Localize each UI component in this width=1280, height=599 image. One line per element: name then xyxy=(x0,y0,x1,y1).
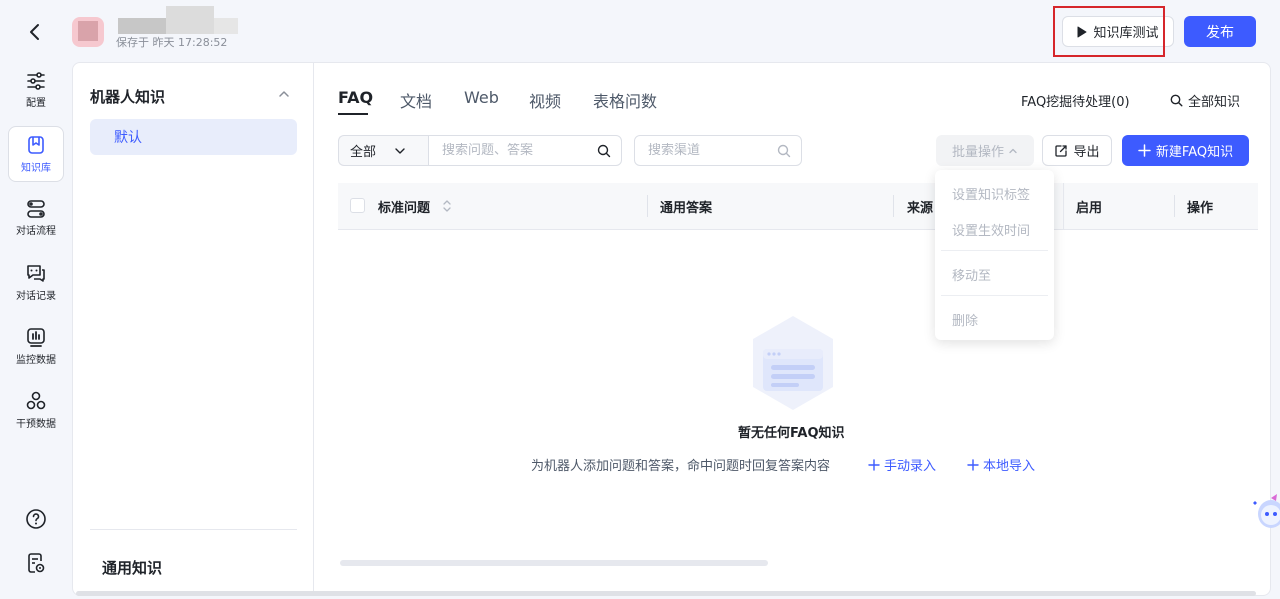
save-time: 保存于 昨天 17:28:52 xyxy=(116,36,228,49)
new-faq-label: 新建FAQ知识 xyxy=(1155,145,1234,160)
empty-state-title: 暂无任何FAQ知识 xyxy=(738,426,845,441)
help-button[interactable] xyxy=(24,507,48,531)
empty-state-description: 为机器人添加问题和答案，命中问题时回复答案内容 xyxy=(531,459,831,474)
kb-item-default[interactable]: 默认 xyxy=(90,119,297,155)
chart-icon xyxy=(27,327,45,347)
sliders-icon xyxy=(27,71,45,90)
document-settings-button[interactable] xyxy=(24,551,48,575)
tab-docs[interactable]: 文档 xyxy=(400,88,432,112)
menu-divider xyxy=(941,250,1048,251)
general-knowledge-title[interactable]: 通用知识 xyxy=(102,557,162,578)
column-standard-question: 标准问题 xyxy=(378,183,452,229)
tab-table-qa[interactable]: 表格问数 xyxy=(593,88,657,112)
export-label: 导出 xyxy=(1073,145,1100,160)
plus-icon xyxy=(967,458,979,471)
nav-item-monitor[interactable]: 监控数据 xyxy=(8,318,64,374)
nav-item-flow[interactable]: 对话流程 xyxy=(8,190,64,246)
column-actions: 操作 xyxy=(1187,200,1214,216)
empty-state-illustration xyxy=(745,314,841,414)
all-knowledge-label: 全部知识 xyxy=(1188,95,1241,110)
batch-operation-menu: 设置知识标签 设置生效时间 移动至 删除 xyxy=(935,170,1054,340)
table-horizontal-scrollbar[interactable] xyxy=(340,560,768,566)
nav-label: 监控数据 xyxy=(16,354,56,366)
menu-item-move-to[interactable]: 移动至 xyxy=(952,265,991,284)
bot-name-redacted xyxy=(118,18,166,34)
knowledge-sidebar: 机器人知识 默认 通用知识 xyxy=(73,63,314,595)
search-icon[interactable] xyxy=(597,144,611,158)
chevron-up-icon xyxy=(1009,148,1017,153)
flow-icon xyxy=(27,199,45,218)
help-icon xyxy=(26,509,46,529)
nav-label: 对话记录 xyxy=(16,290,56,302)
table-header: 标准问题 通用答案 来源 启用 操作 xyxy=(338,183,1258,230)
channel-search-box xyxy=(634,135,802,166)
menu-divider xyxy=(941,295,1048,296)
plus-icon xyxy=(868,458,880,471)
column-enabled: 启用 xyxy=(1076,200,1103,216)
nav-label: 对话流程 xyxy=(16,225,56,237)
divider xyxy=(90,529,297,530)
bookmark-icon xyxy=(28,135,44,154)
nav-item-intervention[interactable]: 干预数据 xyxy=(8,382,64,438)
local-import-link[interactable]: 本地导入 xyxy=(967,455,1035,474)
document-settings-icon xyxy=(28,553,45,573)
chat-icon xyxy=(27,264,45,282)
manual-entry-label: 手动录入 xyxy=(884,459,937,474)
chevron-up-icon xyxy=(279,91,289,97)
channel-search-input[interactable] xyxy=(648,143,777,158)
circles-icon xyxy=(26,391,46,409)
chevron-down-icon xyxy=(395,147,405,154)
robot-knowledge-title: 机器人知识 xyxy=(90,88,166,106)
export-icon xyxy=(1055,144,1068,157)
assistant-mascot-icon[interactable] xyxy=(1249,490,1280,530)
bot-name-redacted xyxy=(166,6,214,34)
bot-name-redacted xyxy=(214,18,238,34)
faq-mining-link[interactable]: FAQ挖掘待处理(0) xyxy=(1021,91,1130,110)
bot-avatar xyxy=(72,17,104,47)
new-faq-button[interactable]: 新建FAQ知识 xyxy=(1122,135,1249,166)
tab-faq[interactable]: FAQ xyxy=(338,88,373,107)
batch-operation-label: 批量操作 xyxy=(951,145,1004,160)
back-button[interactable] xyxy=(22,20,48,44)
collapse-button[interactable] xyxy=(277,87,291,101)
tab-video[interactable]: 视频 xyxy=(529,88,561,112)
column-separator xyxy=(647,195,648,217)
column-label: 标准问题 xyxy=(378,200,431,216)
highlight-box xyxy=(1053,6,1165,57)
select-all-checkbox[interactable] xyxy=(350,198,365,213)
search-icon xyxy=(1170,94,1183,107)
local-import-label: 本地导入 xyxy=(983,459,1036,474)
tab-web[interactable]: Web xyxy=(464,88,499,107)
all-knowledge-button[interactable]: 全部知识 xyxy=(1170,91,1240,110)
manual-entry-link[interactable]: 手动录入 xyxy=(868,455,936,474)
column-general-answer: 通用答案 xyxy=(660,200,713,216)
nav-label: 干预数据 xyxy=(16,418,56,430)
column-separator xyxy=(893,195,894,217)
export-button[interactable]: 导出 xyxy=(1042,135,1112,166)
menu-item-set-tags[interactable]: 设置知识标签 xyxy=(952,184,1030,203)
publish-button[interactable]: 发布 xyxy=(1184,16,1256,47)
column-separator xyxy=(1174,195,1175,217)
nav-label: 知识库 xyxy=(21,162,51,174)
sort-icon[interactable] xyxy=(442,198,452,214)
question-search-box xyxy=(428,135,622,166)
page-horizontal-scrollbar[interactable] xyxy=(76,591,1256,596)
nav-label: 配置 xyxy=(26,97,46,109)
column-source: 来源 xyxy=(907,200,934,216)
category-select[interactable]: 全部 xyxy=(338,135,430,166)
plus-icon xyxy=(1138,144,1151,157)
nav-item-knowledge[interactable]: 知识库 xyxy=(8,126,64,182)
nav-item-chat-records[interactable]: 对话记录 xyxy=(8,254,64,310)
menu-item-delete[interactable]: 删除 xyxy=(952,310,978,329)
chevron-left-icon xyxy=(30,24,39,40)
batch-operation-button[interactable]: 批量操作 xyxy=(936,135,1034,166)
active-tab-indicator xyxy=(338,113,368,115)
menu-item-set-effective-time[interactable]: 设置生效时间 xyxy=(952,220,1030,239)
main-panel: 机器人知识 默认 通用知识 FAQ 文档 Web 视频 表格问数 FAQ挖掘待处… xyxy=(72,62,1271,596)
question-search-input[interactable] xyxy=(442,143,597,158)
category-select-value: 全部 xyxy=(350,145,377,160)
search-icon[interactable] xyxy=(777,144,791,158)
column-separator xyxy=(1063,183,1064,229)
nav-item-config[interactable]: 配置 xyxy=(8,62,64,118)
